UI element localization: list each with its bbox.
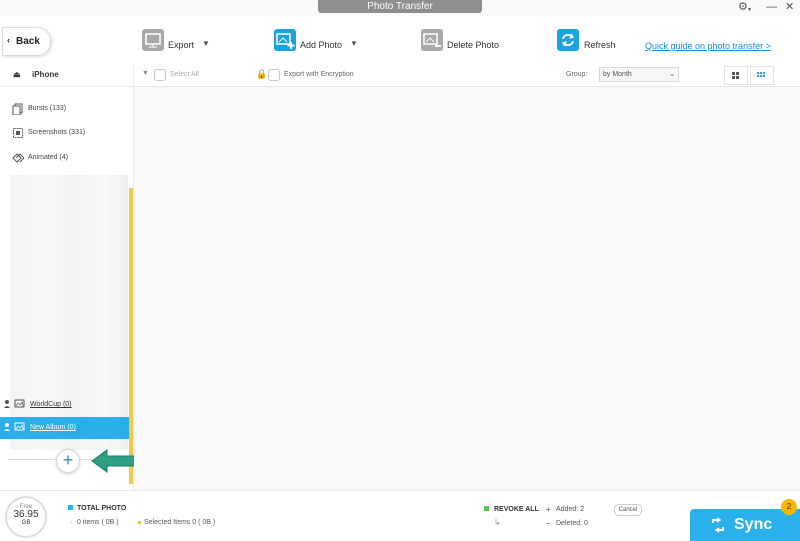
album-row-new-album[interactable]: New Album (0) <box>0 417 129 439</box>
divider <box>8 459 56 460</box>
delete-photo-icon <box>421 29 443 51</box>
small-grid-icon <box>757 72 765 77</box>
storage-indicator: Free 36.95 GB <box>5 496 47 538</box>
settings-icon[interactable]: ⚙ <box>738 1 748 14</box>
back-button[interactable]: ‹ Back <box>2 27 51 56</box>
status-footer: Free 36.95 GB TOTAL PHOTO › 0 items ( 0B… <box>0 490 800 541</box>
bursts-icon <box>12 103 23 115</box>
album-label: WorldCup (0) <box>30 401 72 408</box>
quick-guide-link[interactable]: Quick guide on photo transfer > <box>645 41 771 51</box>
select-all-checkbox[interactable] <box>154 69 166 81</box>
refresh-button[interactable]: Refresh <box>557 29 617 53</box>
large-grid-icon <box>732 72 739 79</box>
export-encryption-label: Export with Encryption <box>284 71 354 78</box>
select-all-label: Select All <box>170 71 199 78</box>
sidebar-item-label: Screenshots (331) <box>28 129 86 136</box>
add-album-button[interactable]: + <box>56 449 80 473</box>
plus-icon: + <box>62 450 74 470</box>
add-photo-label: Add Photo <box>300 40 343 50</box>
sidebar-item-label: Animated (4) <box>28 154 69 161</box>
plus-icon: + <box>546 505 551 514</box>
animated-icon <box>12 153 24 163</box>
free-value: 36.95 <box>13 509 39 520</box>
album-row-worldcup[interactable]: WorldCup (0) <box>0 394 129 416</box>
export-dropdown-icon[interactable]: ▼ <box>202 39 210 48</box>
items-count: 0 items ( 0B ) <box>77 519 119 526</box>
sync-icon <box>712 517 724 533</box>
add-photo-dropdown-icon[interactable]: ▼ <box>350 39 358 48</box>
small-grid-view-button[interactable] <box>750 66 774 85</box>
deleted-count: Deleted: 0 <box>556 520 588 527</box>
sync-label: Sync <box>734 516 773 533</box>
added-count: Added: 2 <box>556 506 585 513</box>
revoke-marker <box>484 506 489 511</box>
group-select-value: by Month <box>603 71 632 78</box>
free-unit: GB <box>21 520 31 526</box>
shared-album-icon <box>4 399 25 408</box>
shared-album-icon <box>4 422 25 431</box>
chevron-down-icon: ⌄ <box>669 71 675 78</box>
total-photo-marker <box>68 505 73 510</box>
back-chevron-icon: ‹ <box>7 35 10 45</box>
minus-icon: − <box>546 519 551 528</box>
sync-button[interactable]: Sync <box>690 509 800 541</box>
eject-icon[interactable]: ⏏ <box>13 70 21 79</box>
device-name: iPhone <box>32 70 59 79</box>
group-label: Group: <box>566 71 588 78</box>
refresh-label: Refresh <box>584 40 616 50</box>
minimize-icon[interactable]: — <box>766 1 777 14</box>
selected-marker <box>138 521 141 524</box>
sidebar-item-label: Bursts (133) <box>28 105 67 112</box>
delete-photo-label: Delete Photo <box>447 40 500 50</box>
back-label: Back <box>16 36 40 47</box>
close-icon[interactable]: ✕ <box>785 1 794 14</box>
selected-items: Selected Items 0 ( 0B ) <box>144 519 216 526</box>
photo-area: ▼ Select All 🔒 Export with Encryption Gr… <box>134 64 800 490</box>
sidebar: ⏏ iPhone Bursts (133) Screenshots (331) … <box>0 64 134 490</box>
add-photo-icon <box>274 29 296 51</box>
export-button[interactable]: Export ▼ <box>142 29 212 53</box>
add-photo-button[interactable]: Add Photo ▼ <box>274 29 364 53</box>
sync-count-badge: 2 <box>781 499 797 515</box>
group-select[interactable]: by Month ⌄ <box>599 67 679 82</box>
cancel-button[interactable]: Cancel <box>614 504 642 516</box>
content-header: ▼ Select All 🔒 Export with Encryption Gr… <box>134 64 800 87</box>
window-title: Photo Transfer <box>318 0 482 13</box>
collapse-toggle-icon[interactable]: ▼ <box>142 70 149 77</box>
screenshots-icon <box>13 128 23 138</box>
revoke-all-button[interactable]: REVOKE ALL <box>494 506 539 513</box>
device-header[interactable]: ⏏ iPhone <box>0 64 133 87</box>
items-caret-icon: › <box>70 519 73 526</box>
export-label: Export <box>168 40 195 50</box>
sidebar-scrollbar[interactable] <box>129 188 133 484</box>
total-photo-label: TOTAL PHOTO <box>77 505 127 512</box>
large-grid-view-button[interactable] <box>724 66 748 85</box>
toolbar: ‹ Back Export ▼ Add Photo ▼ Delete Photo… <box>0 16 800 65</box>
lock-icon: 🔒 <box>256 69 268 79</box>
refresh-icon <box>557 29 579 51</box>
export-icon <box>142 29 164 51</box>
title-bar: Photo Transfer ⚙ ▾ — ✕ <box>0 0 800 16</box>
album-label: New Album (0) <box>30 424 76 431</box>
delete-photo-button[interactable]: Delete Photo <box>421 29 501 53</box>
revoke-arrow-icon: ↳ <box>494 518 501 527</box>
export-encryption-checkbox[interactable] <box>268 69 280 81</box>
